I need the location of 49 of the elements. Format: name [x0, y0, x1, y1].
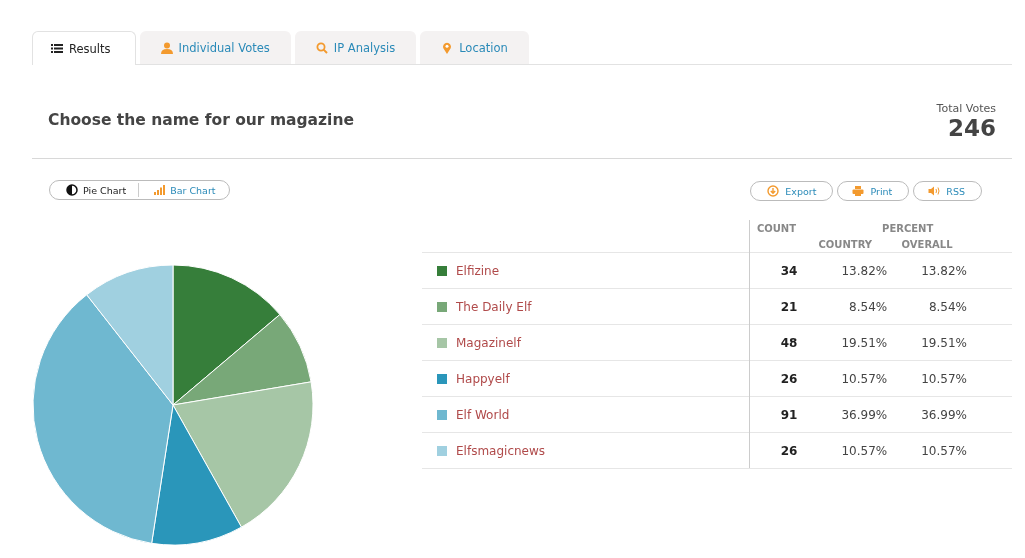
percent-overall: 19.51% — [887, 324, 1012, 361]
option-name: Elfizine — [456, 263, 500, 278]
vote-count: 26 — [749, 432, 804, 469]
half-circle-icon — [66, 184, 78, 196]
column-header: COUNT — [749, 220, 804, 236]
rss-button[interactable]: RSS — [913, 181, 982, 201]
tab[interactable]: IP Analysis — [294, 31, 417, 64]
total-votes-label: Total Votes — [936, 102, 996, 115]
percent-overall: 8.54% — [887, 288, 1012, 325]
option-name: Magazinelf — [456, 335, 521, 350]
search-icon — [315, 42, 328, 54]
print-button[interactable]: Print — [837, 181, 910, 201]
vote-count: 21 — [749, 288, 804, 325]
download-icon — [767, 185, 780, 197]
percent-country: 8.54% — [803, 288, 888, 325]
poll-title: Choose the name for our magazine — [48, 111, 354, 129]
user-icon — [160, 42, 173, 54]
vote-count: 48 — [749, 324, 804, 361]
percent-overall: 10.57% — [887, 360, 1012, 397]
printer-icon — [852, 185, 865, 197]
column-header: OVERALL — [887, 236, 1012, 253]
vote-count: 26 — [749, 360, 804, 397]
percent-overall: 36.99% — [887, 396, 1012, 433]
tab[interactable]: Results — [32, 31, 136, 65]
percent-country: 13.82% — [803, 252, 888, 289]
option-name: Elf World — [456, 407, 510, 422]
column-header: PERCENT — [881, 221, 935, 236]
bar-chart-icon — [153, 184, 166, 196]
chart-type-option[interactable]: Pie Chart — [50, 183, 139, 197]
option-name: Happyelf — [456, 371, 510, 386]
total-votes-count: 246 — [948, 115, 996, 141]
percent-overall: 13.82% — [887, 252, 1012, 289]
percent-country: 36.99% — [803, 396, 888, 433]
chart-type-option[interactable]: Bar Chart — [138, 183, 228, 197]
pin-icon — [441, 42, 454, 54]
option-name: The Daily Elf — [456, 299, 532, 314]
column-header: COUNTRY — [803, 236, 888, 253]
vote-count: 34 — [749, 252, 804, 289]
speaker-icon — [928, 185, 941, 197]
percent-country: 10.57% — [803, 432, 888, 469]
tab[interactable]: Individual Votes — [139, 31, 291, 64]
vote-count: 91 — [749, 396, 804, 433]
percent-overall: 10.57% — [887, 432, 1012, 469]
percent-country: 19.51% — [803, 324, 888, 361]
option-name: Elfsmagicnews — [456, 443, 546, 458]
list-icon — [51, 42, 63, 55]
tab[interactable]: Location — [420, 31, 529, 64]
percent-country: 10.57% — [803, 360, 888, 397]
export-button[interactable]: Export — [750, 181, 834, 201]
